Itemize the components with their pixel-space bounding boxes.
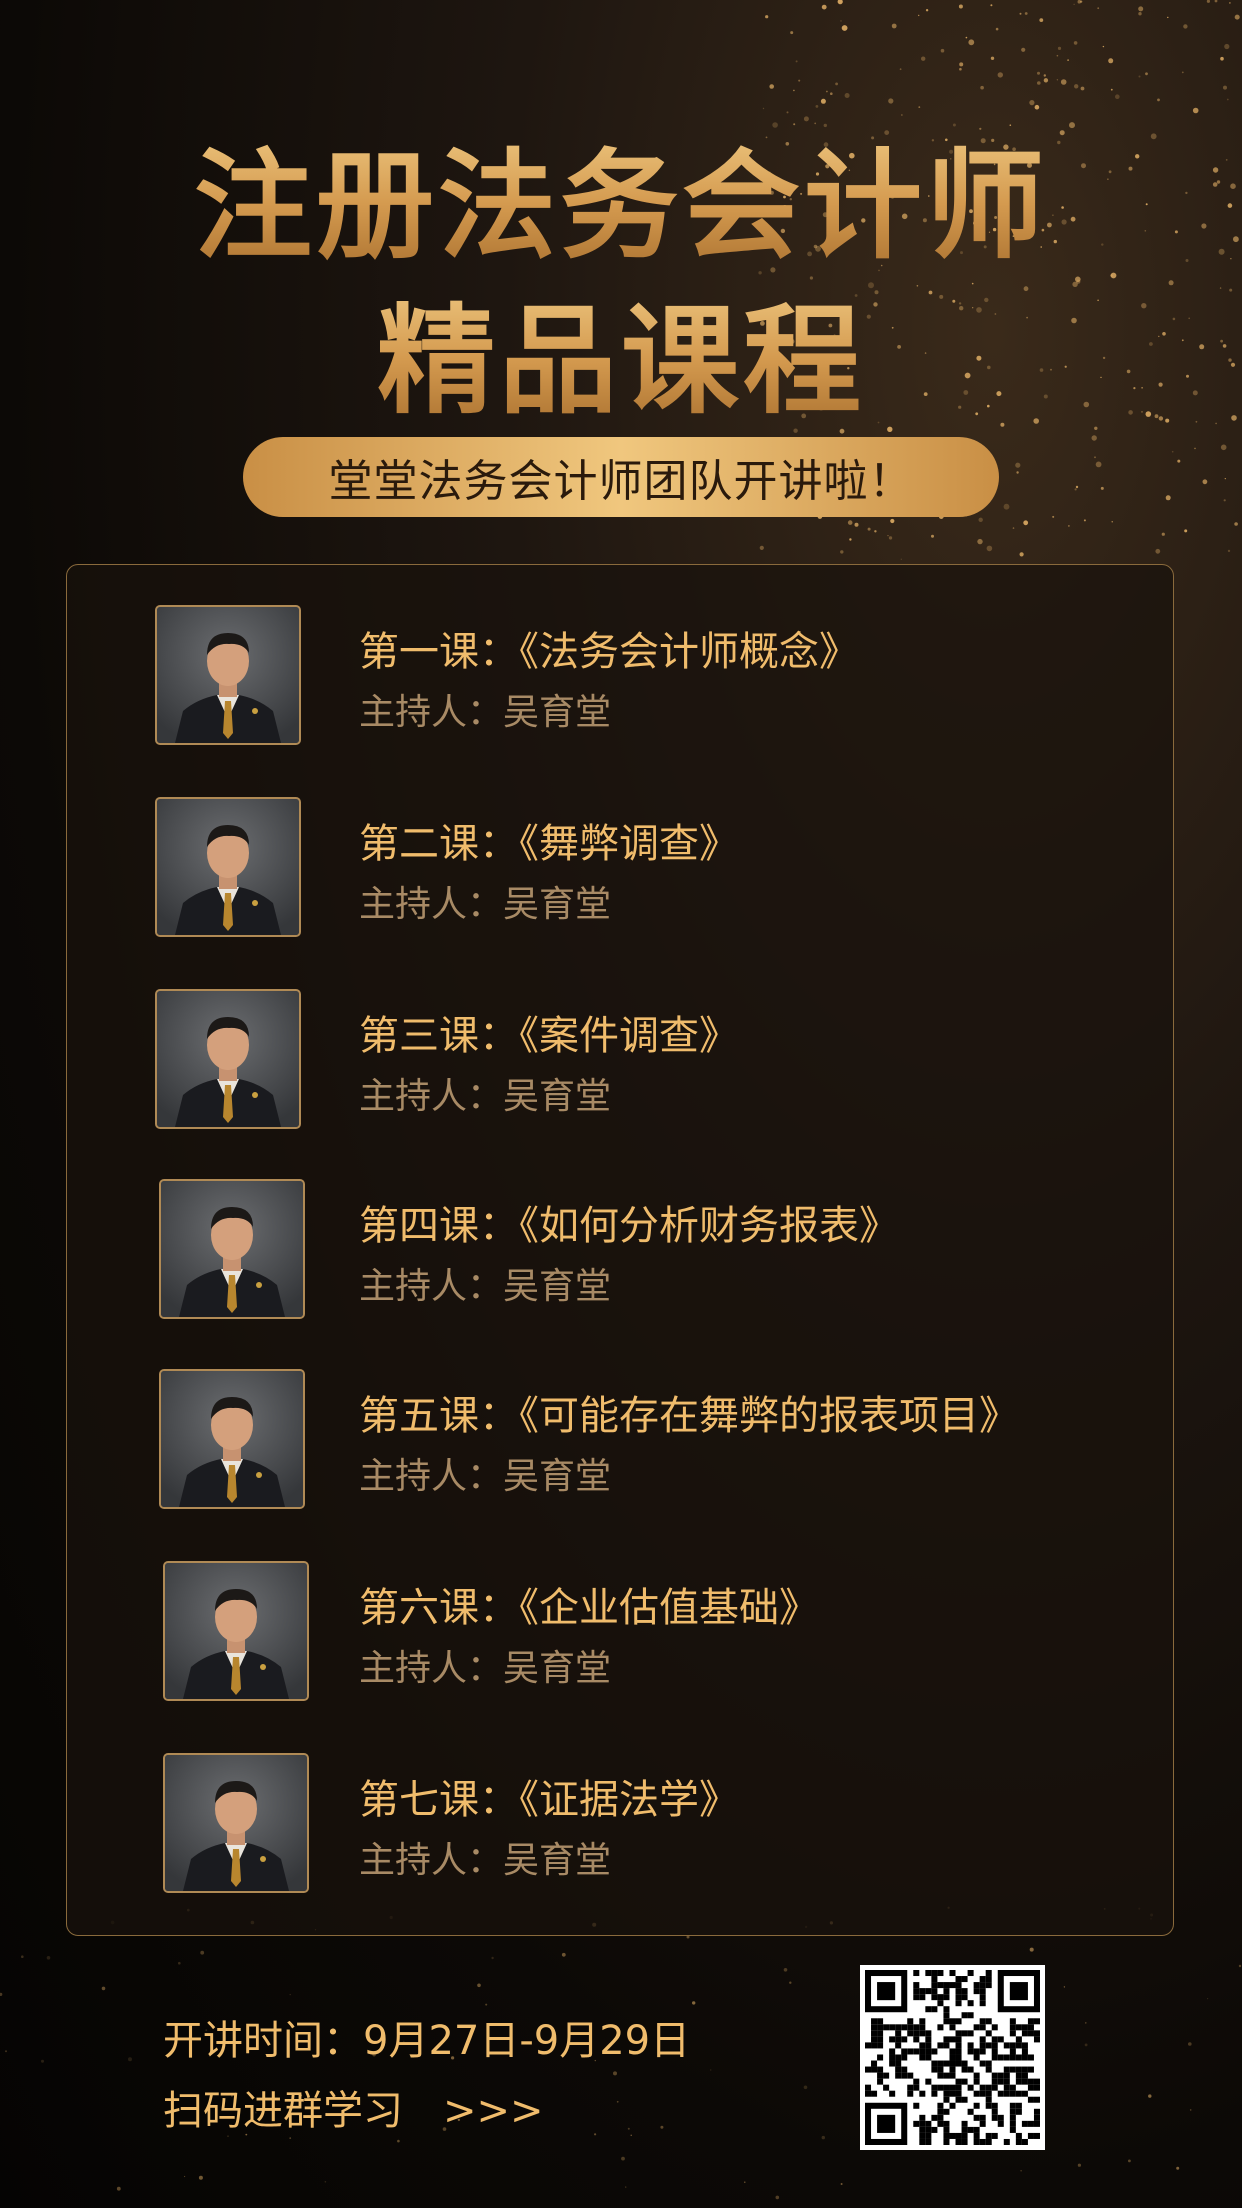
course-item-7[interactable]: 第七课：《证据法学》 主持人：吴育堂 xyxy=(67,1753,1175,1903)
host-avatar xyxy=(155,605,301,745)
course-host: 主持人：吴育堂 xyxy=(359,1266,612,1307)
course-item-2[interactable]: 第二课：《舞弊调查》 主持人：吴育堂 xyxy=(67,797,1175,947)
host-avatar xyxy=(155,989,301,1129)
subtitle-text: 堂堂法务会计师团队开讲啦！ xyxy=(328,456,914,507)
subtitle-banner: 堂堂法务会计师团队开讲啦！ xyxy=(243,437,999,517)
course-title: 第三课：《案件调查》 xyxy=(359,1013,739,1059)
course-title: 第五课：《可能存在舞弊的报表项目》 xyxy=(359,1393,1019,1439)
course-title: 第六课：《企业估值基础》 xyxy=(359,1585,819,1631)
course-item-4[interactable]: 第四课：《如何分析财务报表》 主持人：吴育堂 xyxy=(67,1179,1175,1329)
course-title: 第二课：《舞弊调查》 xyxy=(359,821,739,867)
course-host: 主持人：吴育堂 xyxy=(359,692,612,733)
course-item-3[interactable]: 第三课：《案件调查》 主持人：吴育堂 xyxy=(67,989,1175,1139)
course-host: 主持人：吴育堂 xyxy=(359,1456,612,1497)
host-avatar xyxy=(163,1561,309,1701)
course-host: 主持人：吴育堂 xyxy=(359,1840,612,1881)
page-title-line2: 精品课程 xyxy=(0,265,1242,436)
course-title: 第四课：《如何分析财务报表》 xyxy=(359,1203,899,1249)
course-title: 第一课：《法务会计师概念》 xyxy=(359,629,859,675)
course-host: 主持人：吴育堂 xyxy=(359,1648,612,1689)
host-avatar xyxy=(155,797,301,937)
course-host: 主持人：吴育堂 xyxy=(359,884,612,925)
course-host: 主持人：吴育堂 xyxy=(359,1076,612,1117)
page-title-line1: 注册法务会计师 xyxy=(0,110,1242,281)
course-item-1[interactable]: 第一课：《法务会计师概念》 主持人：吴育堂 xyxy=(67,605,1175,755)
course-list-panel: 第一课：《法务会计师概念》 主持人：吴育堂 第二课：《舞弊调查》 主持人：吴育堂… xyxy=(66,564,1174,1936)
host-avatar xyxy=(163,1753,309,1893)
qr-code-icon[interactable] xyxy=(860,1965,1045,2150)
schedule-text: 开讲时间：9月27日-9月29日 xyxy=(163,2018,691,2064)
course-item-6[interactable]: 第六课：《企业估值基础》 主持人：吴育堂 xyxy=(67,1561,1175,1711)
host-avatar xyxy=(159,1179,305,1319)
scan-cta-text: 扫码进群学习 >>> xyxy=(163,2088,544,2134)
host-avatar xyxy=(159,1369,305,1509)
course-title: 第七课：《证据法学》 xyxy=(359,1777,739,1823)
course-item-5[interactable]: 第五课：《可能存在舞弊的报表项目》 主持人：吴育堂 xyxy=(67,1369,1175,1519)
